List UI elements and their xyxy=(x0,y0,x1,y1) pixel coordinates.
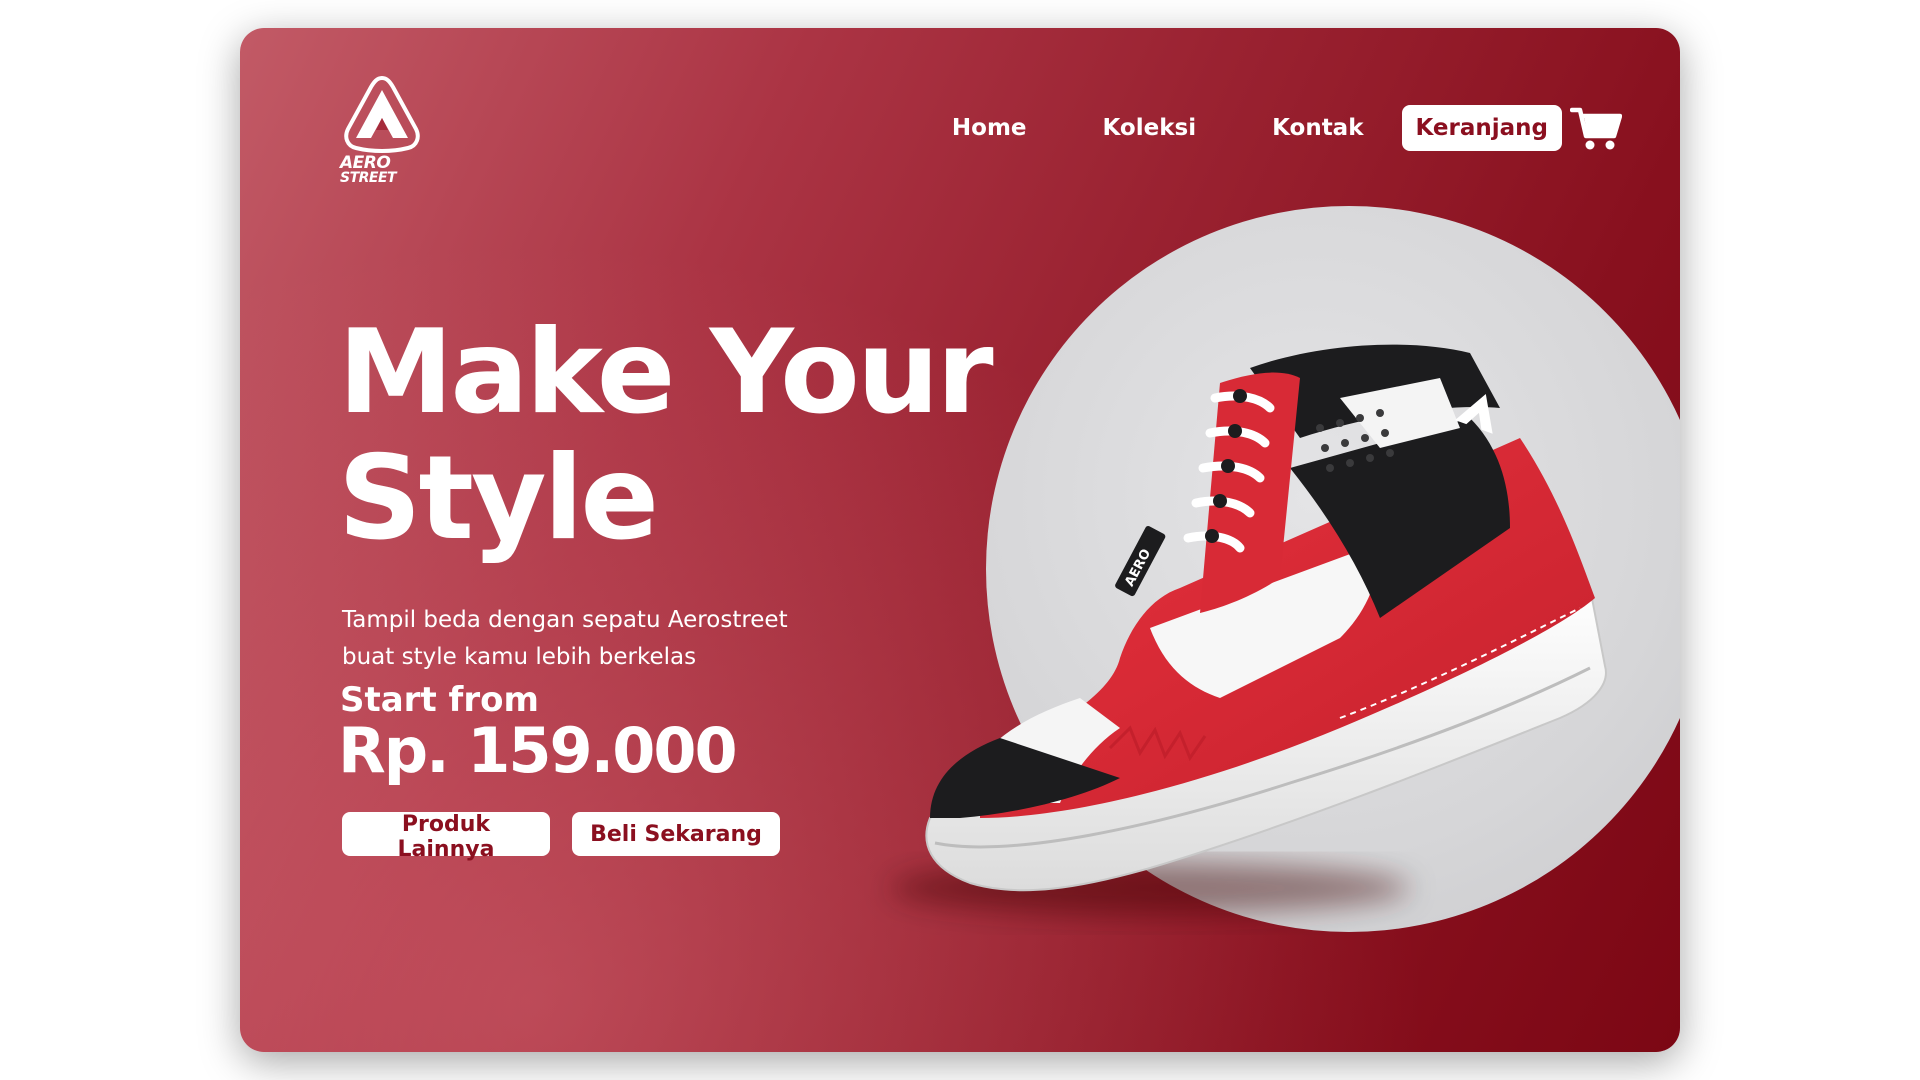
nav-koleksi-link[interactable]: Koleksi xyxy=(1103,115,1197,141)
shopping-cart-icon[interactable] xyxy=(1570,104,1622,152)
aerostreet-logo-icon xyxy=(344,75,420,153)
beli-sekarang-button[interactable]: Beli Sekarang xyxy=(572,812,780,856)
price-label: Rp. 159.000 xyxy=(338,714,738,787)
hero-subtext: Tampil beda dengan sepatu Aerostreet bua… xyxy=(342,607,788,670)
headline-line2: Style xyxy=(338,431,659,566)
nav-kontak-link[interactable]: Kontak xyxy=(1272,115,1363,141)
brand-logo[interactable]: AERO STREET xyxy=(340,74,424,194)
produk-lainnya-button[interactable]: Produk Lainnya xyxy=(342,812,550,862)
logo-wordmark: AERO STREET xyxy=(340,155,424,186)
nav-home-link[interactable]: Home xyxy=(952,115,1027,141)
sneaker-product-image: AERO xyxy=(890,344,1607,914)
keranjang-button[interactable]: Keranjang xyxy=(1401,105,1562,151)
top-nav: Home Koleksi Kontak Keranjang xyxy=(952,104,1622,152)
hero-card: AERO STREET Home Koleksi Kontak Keranjan… xyxy=(240,28,1680,1052)
logo-line2: STREET xyxy=(340,170,397,186)
